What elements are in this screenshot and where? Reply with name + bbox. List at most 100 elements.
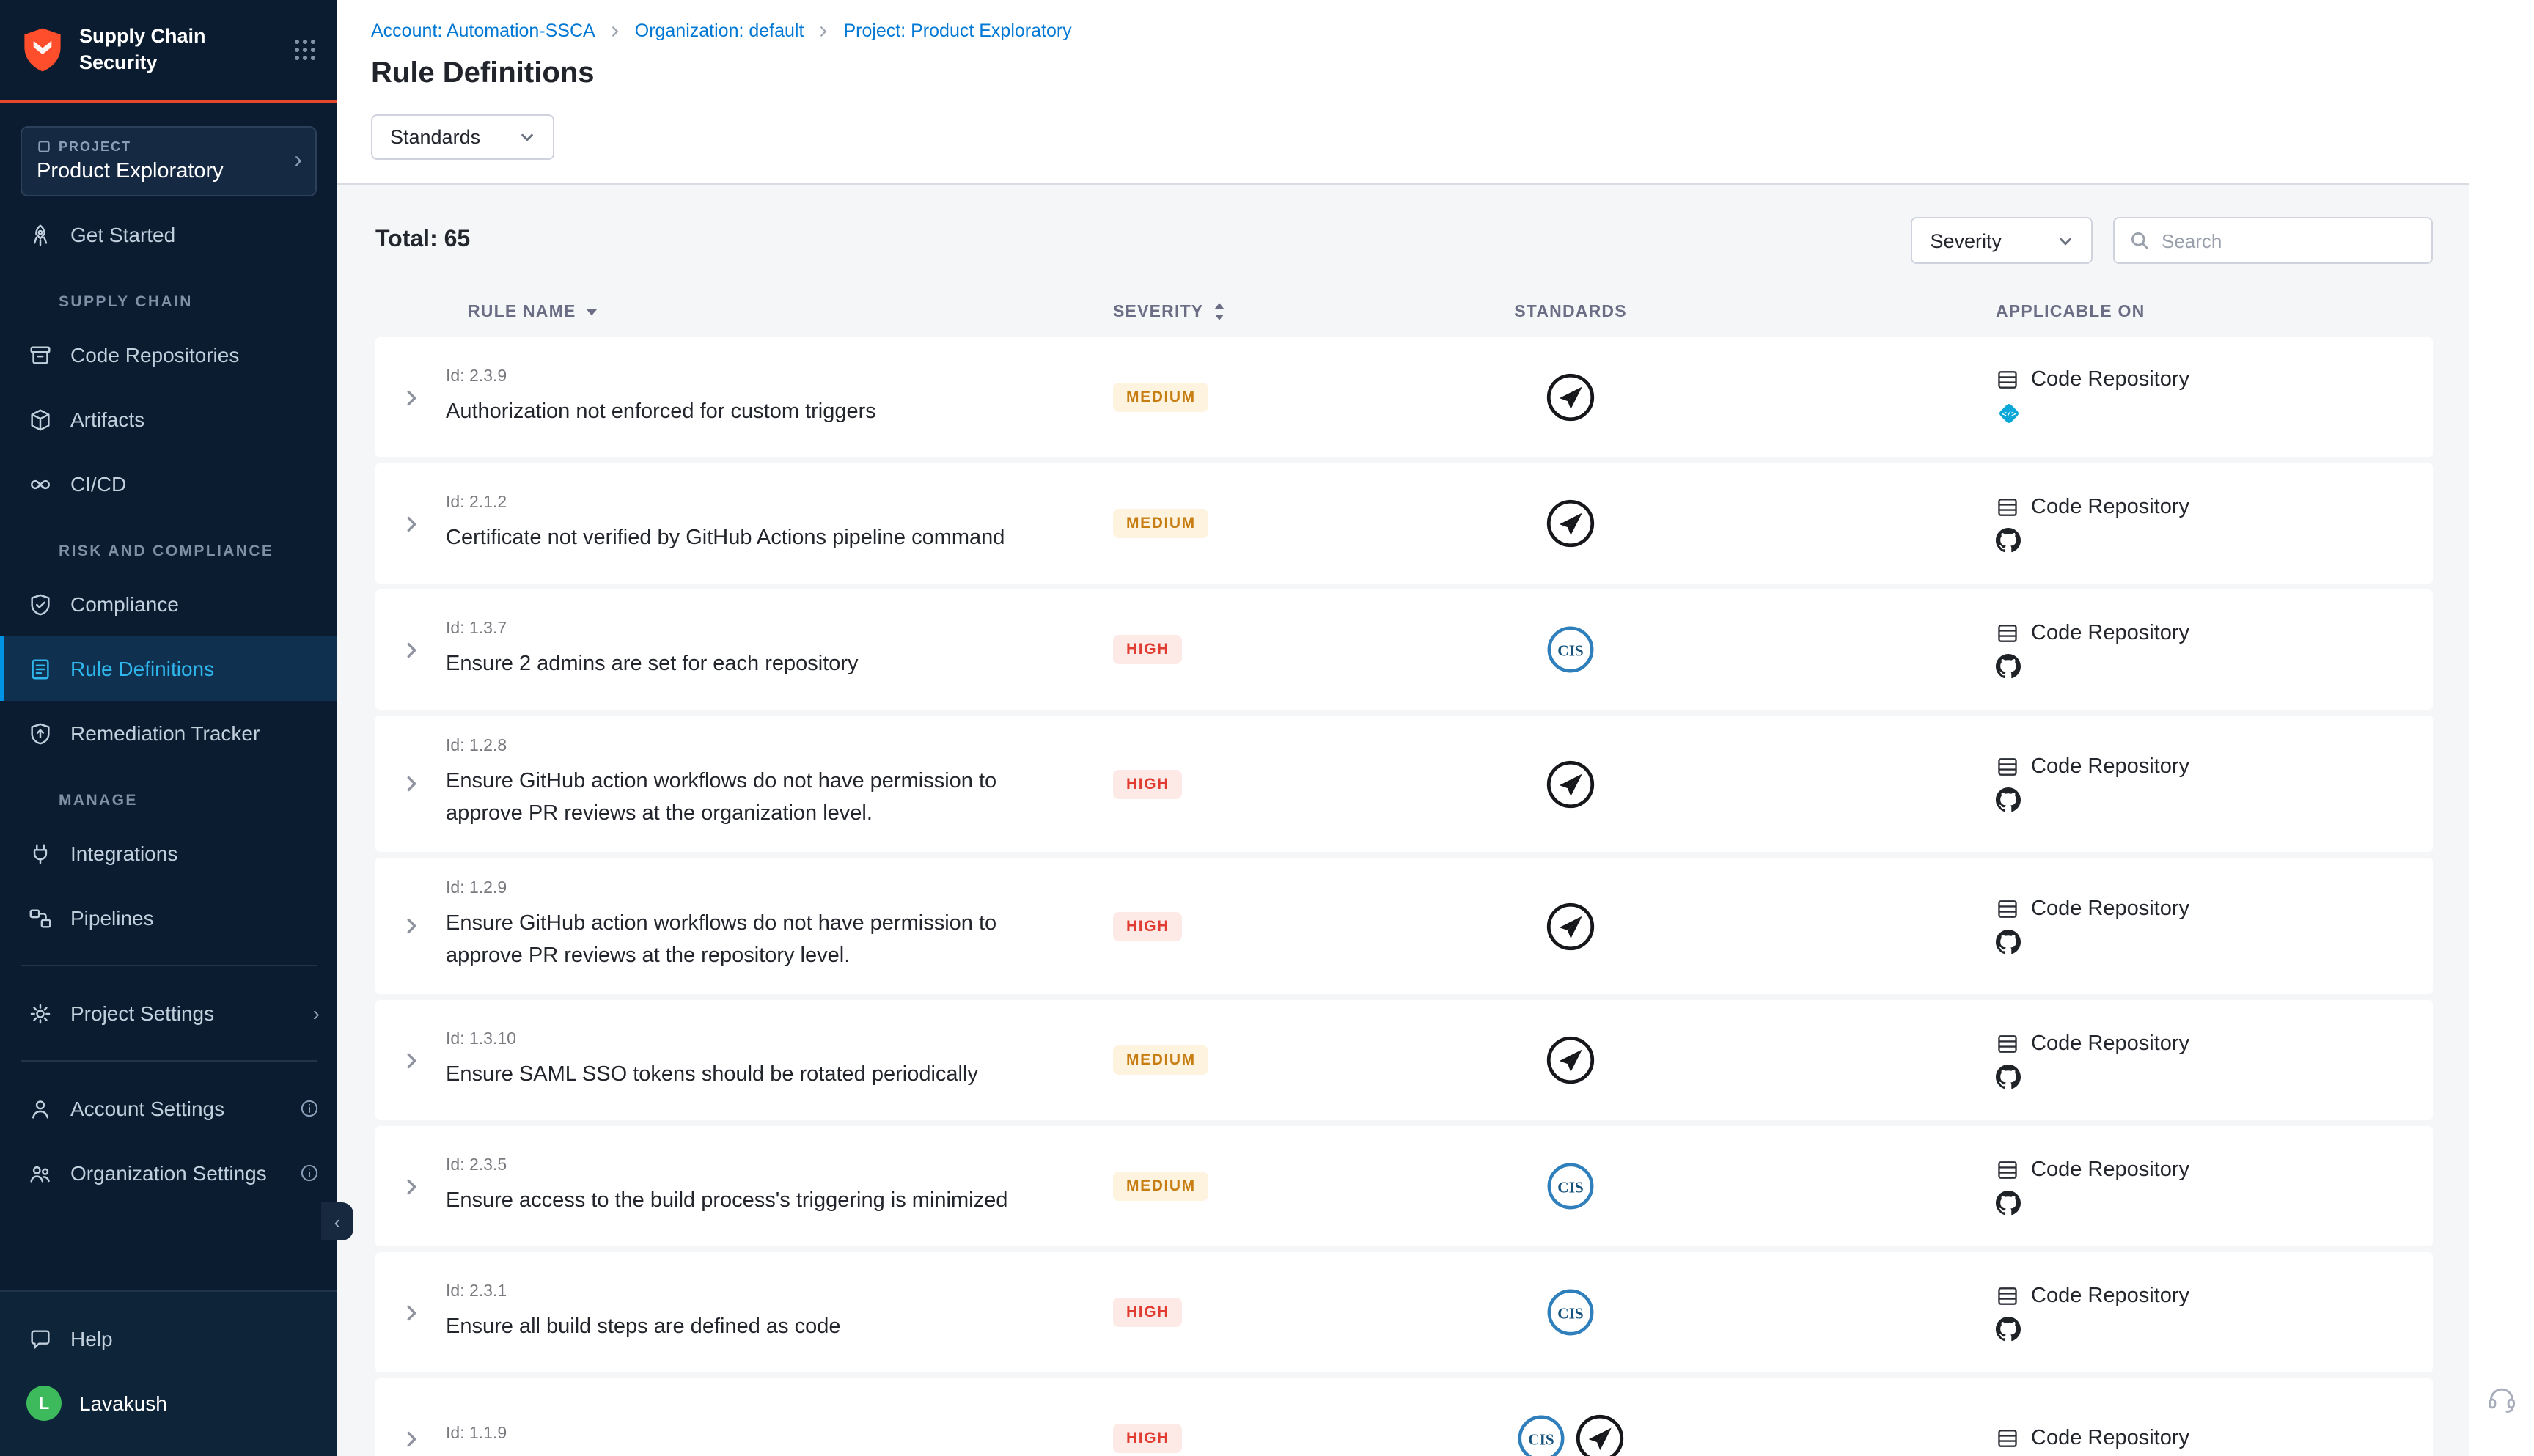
row-expand-chevron-icon[interactable] [375, 1427, 446, 1449]
sidebar-item-account-settings[interactable]: Account Settings [0, 1076, 337, 1141]
user-gear-icon [26, 1096, 53, 1121]
repository-icon [1996, 495, 2019, 518]
standard-plane-icon [1575, 1413, 1625, 1456]
standards-cell: CIS [1377, 1287, 1764, 1337]
sidebar-item-remediation-tracker[interactable]: Remediation Tracker [0, 701, 337, 765]
sidebar-item-label: Help [70, 1327, 113, 1350]
sidebar-user[interactable]: L Lavakush [0, 1371, 337, 1435]
sidebar-item-code-repositories[interactable]: Code Repositories [0, 323, 337, 387]
info-icon[interactable] [299, 1098, 320, 1119]
table-row[interactable]: Id: 2.3.5 Ensure access to the build proc… [375, 1126, 2433, 1246]
severity-badge: HIGH [1113, 1424, 1183, 1453]
sidebar-item-integrations[interactable]: Integrations [0, 821, 337, 886]
standards-cell [1377, 499, 1764, 548]
search-box[interactable] [2113, 217, 2433, 264]
github-icon [1996, 1190, 2021, 1215]
table-row[interactable]: Id: 1.1.9HIGHCISCode Repository [375, 1378, 2433, 1456]
project-cube-icon [37, 139, 51, 154]
github-icon [1996, 930, 2021, 955]
chat-help-icon [26, 1326, 53, 1351]
divider [21, 965, 317, 966]
chevron-right-icon [609, 24, 622, 37]
breadcrumb-account-link[interactable]: Account: Automation-SSCA [371, 21, 595, 41]
rule-name: Ensure access to the build process's tri… [446, 1184, 1044, 1216]
severity-cell: HIGH [1113, 911, 1377, 941]
sidebar-item-project-settings[interactable]: Project Settings › [0, 981, 337, 1045]
sidebar-item-get-started[interactable]: Get Started [0, 202, 337, 267]
sidebar-item-label: Artifacts [70, 408, 144, 431]
sidebar-item-artifacts[interactable]: Artifacts [0, 387, 337, 452]
sidebar-item-rule-definitions[interactable]: Rule Definitions [0, 636, 337, 701]
applicable-on-cell: Code Repository [1764, 897, 2433, 955]
sidebar-item-compliance[interactable]: Compliance [0, 572, 337, 636]
row-expand-chevron-icon[interactable] [375, 1301, 446, 1323]
sidebar-item-label: Account Settings [70, 1097, 224, 1120]
sidebar-item-pipelines[interactable]: Pipelines [0, 886, 337, 950]
standard-plane-icon [1546, 901, 1595, 951]
plug-icon [26, 841, 53, 866]
sidebar-item-cicd[interactable]: CI/CD [0, 452, 337, 516]
applicable-on-cell: Code Repository [1764, 1427, 2433, 1450]
gear-icon [26, 1001, 53, 1026]
rule-id: Id: 1.2.9 [446, 880, 1113, 897]
breadcrumb-project-link[interactable]: Project: Product Exploratory [843, 21, 1071, 41]
svg-text:CIS: CIS [1557, 1179, 1583, 1196]
sidebar-item-label: CI/CD [70, 472, 126, 496]
sidebar-item-organization-settings[interactable]: Organization Settings [0, 1141, 337, 1205]
table-row[interactable]: Id: 2.3.9Authorization not enforced for … [375, 337, 2433, 457]
sidebar-item-label: Integrations [70, 842, 177, 865]
app-logo: Supply Chain Security [0, 0, 337, 103]
table-row[interactable]: Id: 1.3.7Ensure 2 admins are set for eac… [375, 589, 2433, 710]
chevron-down-icon [2057, 232, 2074, 249]
support-headset-icon[interactable] [2486, 1383, 2518, 1415]
sidebar-item-help[interactable]: Help [0, 1306, 337, 1371]
standards-filter-dropdown[interactable]: Standards [371, 114, 554, 160]
user-avatar[interactable]: L [26, 1386, 62, 1421]
github-icon [1996, 1064, 2021, 1089]
column-severity[interactable]: SEVERITY [1113, 302, 1377, 321]
divider [21, 1060, 317, 1062]
applicable-on-label: Code Repository [2031, 621, 2189, 644]
breadcrumb: Account: Automation-SSCA Organization: d… [371, 21, 2469, 41]
column-standards: STANDARDS [1377, 303, 1764, 320]
rule-name-cell: Id: 1.1.9 [446, 1424, 1113, 1452]
severity-cell: HIGH [1113, 1298, 1377, 1327]
search-input[interactable] [2162, 229, 2417, 251]
column-rule-name[interactable]: RULE NAME [446, 303, 1113, 320]
table-row[interactable]: Id: 1.2.8 Ensure GitHub action workflows … [375, 716, 2433, 852]
project-label: PROJECT [37, 139, 301, 154]
row-expand-chevron-icon[interactable] [375, 773, 446, 795]
row-expand-chevron-icon[interactable] [375, 512, 446, 534]
table-row[interactable]: Id: 2.1.2Certificate not verified by Git… [375, 463, 2433, 584]
project-name: Product Exploratory [37, 160, 301, 183]
row-expand-chevron-icon[interactable] [375, 386, 446, 408]
table-row[interactable]: Id: 1.3.10Ensure SAML SSO tokens should … [375, 1000, 2433, 1120]
project-selector[interactable]: PROJECT Product Exploratory › [21, 126, 317, 196]
page-header: Account: Automation-SSCA Organization: d… [337, 0, 2469, 91]
row-expand-chevron-icon[interactable] [375, 915, 446, 937]
table-row[interactable]: Id: 1.2.9 Ensure GitHub action workflows … [375, 858, 2433, 994]
svg-text:CIS: CIS [1557, 1305, 1583, 1323]
rule-id: Id: 1.2.8 [446, 738, 1113, 755]
rule-name: Ensure GitHub action workflows do not ha… [446, 908, 1044, 972]
row-expand-chevron-icon[interactable] [375, 639, 446, 661]
module-switcher-icon[interactable] [293, 38, 317, 62]
severity-badge: HIGH [1113, 769, 1183, 798]
sidebar-collapse-handle[interactable]: ‹ [321, 1202, 353, 1240]
rule-id: Id: 2.3.5 [446, 1156, 1113, 1174]
rule-name-cell: Id: 1.2.9 Ensure GitHub action workflows … [446, 880, 1113, 972]
rule-name: Ensure GitHub action workflows do not ha… [446, 765, 1044, 830]
row-expand-chevron-icon[interactable] [375, 1049, 446, 1071]
sort-updown-icon [1212, 302, 1225, 321]
applicable-on-label: Code Repository [2031, 1284, 2189, 1307]
repository-icon [1996, 368, 2019, 391]
sidebar-item-label: Organization Settings [70, 1161, 267, 1185]
shield-logo-icon [21, 26, 65, 73]
row-expand-chevron-icon[interactable] [375, 1175, 446, 1197]
breadcrumb-organization-link[interactable]: Organization: default [635, 21, 804, 41]
info-icon[interactable] [299, 1163, 320, 1183]
table-row[interactable]: Id: 2.3.1Ensure all build steps are defi… [375, 1252, 2433, 1372]
github-icon [1996, 787, 2021, 812]
severity-filter-dropdown[interactable]: Severity [1911, 217, 2093, 264]
rule-name-cell: Id: 1.3.7Ensure 2 admins are set for eac… [446, 619, 1113, 680]
